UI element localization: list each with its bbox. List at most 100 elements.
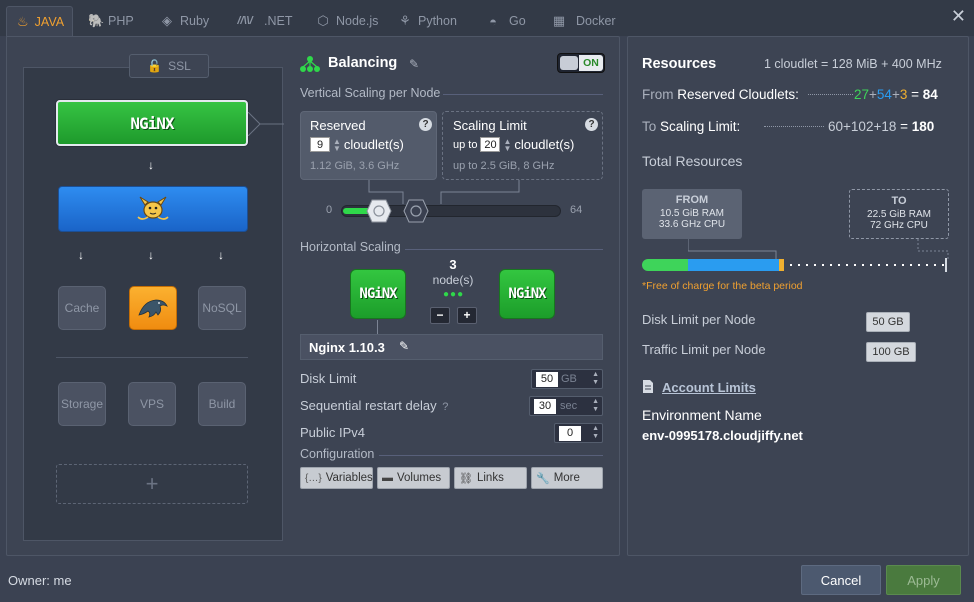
- tab-go[interactable]: ◓ Go: [483, 6, 526, 36]
- free-note: *Free of charge for the beta period: [642, 280, 803, 292]
- nginx-balancer-node[interactable]: NGiNX: [56, 100, 248, 146]
- resource-bar-dot: [830, 264, 833, 266]
- limit-slider-handle[interactable]: [403, 199, 429, 223]
- tab-nodejs[interactable]: ⬡ Node.js: [316, 6, 378, 36]
- resource-bar-dot: [910, 264, 913, 266]
- tab-dotnet[interactable]: //\\/ .NET: [232, 6, 292, 36]
- stepper-arrows-icon[interactable]: ▲ ▼: [503, 137, 511, 152]
- resources-pane: Resources 1 cloudlet = 128 MiB + 400 MHz…: [627, 36, 969, 556]
- increase-nodes-button[interactable]: +: [457, 307, 477, 324]
- tab-php[interactable]: 🐘 PHP: [88, 6, 134, 36]
- help-icon[interactable]: ?: [419, 118, 432, 131]
- vps-node[interactable]: VPS: [128, 382, 176, 426]
- scaling-limit-box: Scaling Limit ? up to 20 ▲ ▼ cloudlet(s) …: [442, 111, 603, 180]
- add-node-button[interactable]: +: [56, 464, 248, 504]
- arrow-down-icon: ↓: [218, 248, 224, 262]
- selection-pointer: [248, 112, 284, 136]
- variables-button[interactable]: {…} Variables: [300, 467, 373, 489]
- decrease-nodes-button[interactable]: −: [430, 307, 450, 324]
- close-icon[interactable]: ✕: [951, 6, 966, 27]
- topology-panel: 🔓 SSL NGiNX ↓ ↓ ↓ ↓ Cache NoSQL Storage …: [23, 54, 284, 541]
- reserved-cloudlets-input[interactable]: 9: [310, 137, 330, 152]
- vertical-scaling-title: Vertical Scaling per Node: [300, 86, 441, 100]
- nginx-node-1[interactable]: NGiNX: [350, 269, 406, 319]
- restart-delay-label: Sequential restart delay ?: [300, 398, 448, 413]
- resource-bar-dot: [878, 264, 881, 266]
- links-label: Links: [476, 472, 504, 484]
- resource-bar-dot: [846, 264, 849, 266]
- nginx-logo: NGiNX: [359, 286, 397, 302]
- mysql-db-node[interactable]: [129, 286, 177, 330]
- tab-label: PHP: [108, 14, 134, 28]
- resource-bar-dot: [894, 264, 897, 266]
- ssl-button[interactable]: 🔓 SSL: [129, 54, 209, 78]
- limit-specs: up to 2.5 GiB, 8 GHz: [453, 160, 555, 172]
- volumes-label: Volumes: [397, 472, 442, 484]
- tab-label: .NET: [264, 14, 293, 28]
- stepper-arrows-icon[interactable]: ▲ ▼: [592, 425, 599, 441]
- section-divider: [405, 249, 603, 250]
- lock-icon: 🔓: [147, 59, 163, 73]
- tab-label: Ruby: [180, 14, 210, 28]
- resource-bar-dot: [870, 264, 873, 266]
- environment-config-pane: 🔓 SSL NGiNX ↓ ↓ ↓ ↓ Cache NoSQL Storage …: [6, 36, 620, 556]
- version-label: Nginx 1.10.3: [309, 340, 385, 355]
- public-ipv4-input[interactable]: 0 ▲ ▼: [554, 423, 603, 443]
- section-divider: [379, 455, 603, 456]
- balancing-toggle[interactable]: ON: [557, 53, 605, 73]
- more-button[interactable]: 🔧 More: [531, 467, 603, 489]
- cache-label: Cache: [64, 301, 100, 315]
- disk-limit-label: Disk Limit: [300, 371, 357, 386]
- public-ipv4-value: 0: [559, 426, 581, 441]
- total-resources-bar: [642, 37, 950, 297]
- version-selector[interactable]: Nginx 1.10.3 ✎: [300, 334, 603, 360]
- tab-java[interactable]: ♨ JAVA: [6, 6, 73, 36]
- cancel-button[interactable]: Cancel: [801, 565, 881, 595]
- resource-bar-dot: [838, 264, 841, 266]
- tab-ruby[interactable]: ◈ Ruby: [160, 6, 209, 36]
- resource-bar-dot: [926, 264, 929, 266]
- owner-label: Owner: me: [8, 573, 72, 588]
- edit-pencil-icon[interactable]: ✎: [409, 57, 419, 71]
- limit-cloudlets-input[interactable]: 20: [480, 137, 501, 152]
- volumes-button[interactable]: ▬ Volumes: [377, 467, 450, 489]
- apply-button[interactable]: Apply: [886, 565, 961, 595]
- balancing-title: Balancing: [328, 55, 398, 71]
- help-icon[interactable]: ?: [442, 401, 448, 413]
- tomcat-app-server-node[interactable]: [58, 186, 248, 232]
- cache-node[interactable]: Cache: [58, 286, 106, 330]
- tab-python[interactable]: ⚘ Python: [398, 6, 457, 36]
- reserved-slider-handle[interactable]: [366, 199, 392, 223]
- disk-limit-input[interactable]: 50 GB ▲ ▼: [531, 369, 603, 389]
- build-node[interactable]: Build: [198, 382, 246, 426]
- node-dots-icon: ●●●: [443, 289, 465, 300]
- node-count: 3: [449, 257, 457, 272]
- restart-delay-input[interactable]: 30 sec ▲ ▼: [529, 396, 603, 416]
- balancer-icon: [300, 56, 320, 72]
- tab-label: Docker: [576, 14, 616, 28]
- wrench-icon: 🔧: [536, 472, 550, 485]
- edit-pencil-icon[interactable]: ✎: [399, 339, 409, 353]
- stepper-arrows-icon[interactable]: ▲ ▼: [592, 371, 599, 387]
- up-to-label: up to: [453, 138, 478, 151]
- env-name-value: env-0995178.cloudjiffy.net: [642, 428, 803, 443]
- resource-bar-segment: [779, 259, 785, 271]
- resource-bar-dot: [806, 264, 809, 266]
- nosql-node[interactable]: NoSQL: [198, 286, 246, 330]
- braces-icon: {…}: [305, 472, 322, 484]
- arrow-down-icon: ↓: [148, 248, 154, 262]
- links-button[interactable]: ⛓ Links: [454, 467, 527, 489]
- help-icon[interactable]: ?: [585, 118, 598, 131]
- slider-max: 64: [570, 204, 583, 216]
- resource-bar-dot: [934, 264, 937, 266]
- stepper-arrows-icon[interactable]: ▲ ▼: [592, 398, 599, 414]
- account-limits-link[interactable]: Account Limits: [662, 380, 756, 395]
- resource-bar-dot: [854, 264, 857, 266]
- reserved-cloudlets-box: Reserved ? 9 ▲ ▼ cloudlet(s) 1.12 GiB, 3.…: [300, 111, 437, 180]
- mysql-dolphin-icon: [138, 299, 168, 318]
- more-label: More: [553, 472, 580, 484]
- stepper-arrows-icon[interactable]: ▲ ▼: [333, 137, 341, 152]
- tab-docker[interactable]: ▦ Docker: [548, 6, 616, 36]
- nginx-node-2[interactable]: NGiNX: [499, 269, 555, 319]
- storage-node[interactable]: Storage: [58, 382, 106, 426]
